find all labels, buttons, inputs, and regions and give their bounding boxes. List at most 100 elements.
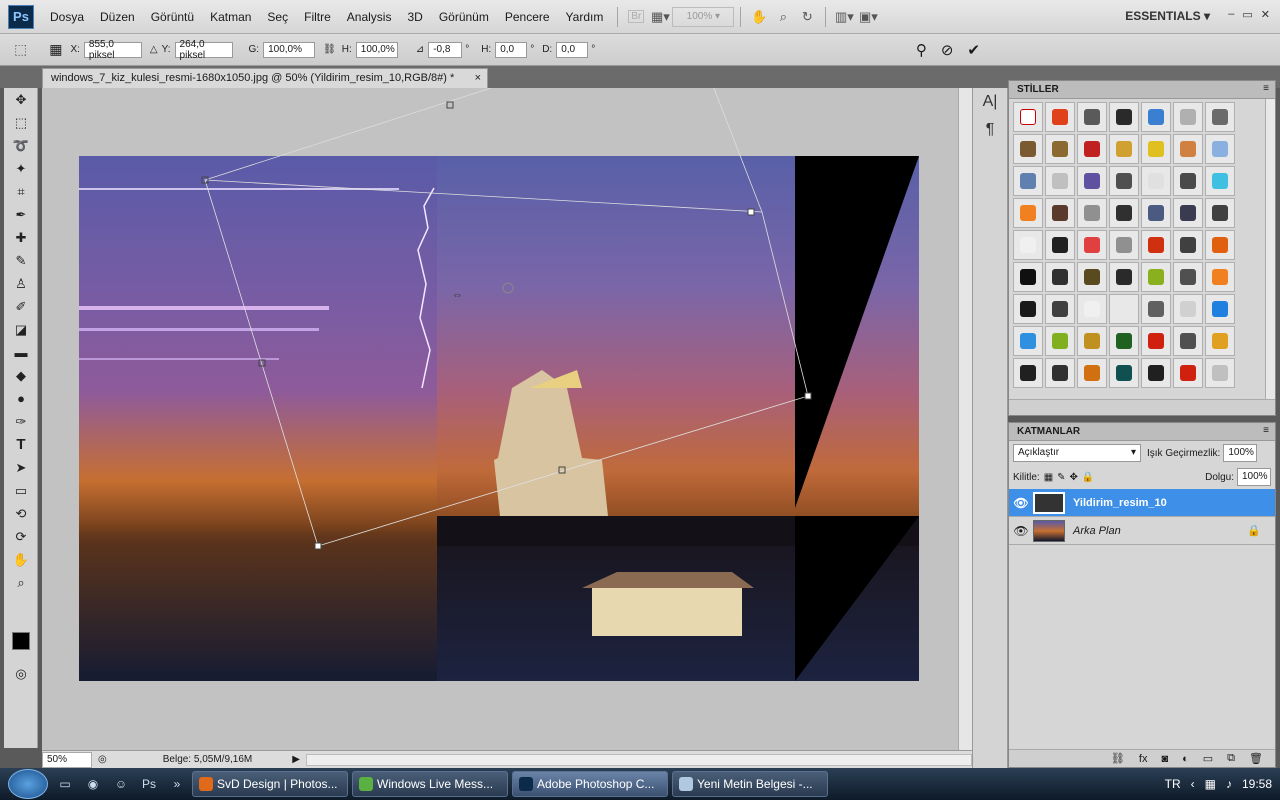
style-swatch[interactable]: [1013, 262, 1043, 292]
style-swatch[interactable]: [1045, 198, 1075, 228]
style-swatch[interactable]: [1077, 326, 1107, 356]
style-swatch[interactable]: [1045, 134, 1075, 164]
commit-transform-icon[interactable]: ✔: [967, 41, 980, 59]
status-options-icon[interactable]: ◎: [98, 754, 107, 765]
style-swatch[interactable]: [1109, 102, 1139, 132]
layer-name[interactable]: Arka Plan: [1073, 525, 1121, 537]
browser-quicklaunch-icon[interactable]: ◉: [82, 773, 104, 795]
foreground-color-swatch[interactable]: [12, 632, 30, 650]
zoom-tool-icon[interactable]: ⌕: [4, 571, 38, 594]
panel-menu-icon[interactable]: ≡: [1263, 83, 1269, 94]
style-swatch[interactable]: [1077, 294, 1107, 324]
style-swatch[interactable]: [1205, 166, 1235, 196]
style-swatch[interactable]: [1013, 198, 1043, 228]
close-document-icon[interactable]: ×: [475, 72, 481, 84]
style-swatch[interactable]: [1077, 102, 1107, 132]
style-swatch[interactable]: [1173, 326, 1203, 356]
taskbar-item[interactable]: Yeni Metin Belgesi -...: [672, 771, 828, 797]
layer-style-icon[interactable]: fx: [1139, 753, 1148, 765]
document-canvas[interactable]: ⇔: [42, 88, 972, 750]
transform-handle[interactable]: [747, 208, 755, 216]
style-swatch[interactable]: [1077, 134, 1107, 164]
style-swatch[interactable]: [1141, 358, 1171, 388]
reference-point-icon[interactable]: ▦: [49, 41, 62, 58]
style-swatch[interactable]: [1077, 230, 1107, 260]
style-swatch[interactable]: [1141, 166, 1171, 196]
menu-katman[interactable]: Katman: [202, 10, 259, 24]
style-swatch[interactable]: [1141, 134, 1171, 164]
zoom-level-select[interactable]: 100% ▾: [672, 6, 735, 27]
style-swatch[interactable]: [1173, 262, 1203, 292]
horizontal-skew-field[interactable]: 0,0: [495, 41, 528, 58]
style-swatch[interactable]: [1013, 358, 1043, 388]
pen-tool-icon[interactable]: ✑: [4, 410, 38, 433]
photoshop-quicklaunch-icon[interactable]: Ps: [138, 773, 160, 795]
warp-mode-icon[interactable]: ⚲: [916, 41, 927, 59]
style-swatch[interactable]: [1045, 294, 1075, 324]
vertical-scrollbar[interactable]: [958, 88, 972, 750]
new-layer-icon[interactable]: ⧉: [1227, 752, 1235, 765]
layer-row[interactable]: 👁 Arka Plan 🔒: [1009, 517, 1275, 545]
transform-handle[interactable]: [446, 101, 454, 109]
new-group-icon[interactable]: ▭: [1203, 752, 1213, 765]
adjustment-layer-icon[interactable]: ◐: [1182, 753, 1189, 765]
transform-handle[interactable]: [314, 542, 322, 550]
history-brush-tool-icon[interactable]: ✐: [4, 295, 38, 318]
lock-image-icon[interactable]: ✎: [1057, 472, 1065, 483]
lock-transparent-icon[interactable]: ▦: [1044, 472, 1053, 483]
view-extras-icon[interactable]: ▦▾: [648, 7, 672, 27]
close-button[interactable]: ✕: [1261, 8, 1270, 21]
lasso-tool-icon[interactable]: ➰: [4, 134, 38, 157]
3d-rotate-tool-icon[interactable]: ⟲: [4, 502, 38, 525]
move-tool-icon[interactable]: ✥: [4, 88, 38, 111]
3d-orbit-tool-icon[interactable]: ⟳: [4, 525, 38, 548]
rotate-angle-field[interactable]: -0,8: [428, 41, 463, 58]
shape-tool-icon[interactable]: ▭: [4, 479, 38, 502]
menu-yardim[interactable]: Yardım: [558, 10, 612, 24]
style-swatch[interactable]: [1109, 326, 1139, 356]
healing-brush-tool-icon[interactable]: ✚: [4, 226, 38, 249]
paragraph-panel-icon[interactable]: ¶: [973, 116, 1007, 144]
blend-mode-select[interactable]: Açıklaştır ▾: [1013, 444, 1141, 462]
style-swatch[interactable]: [1141, 326, 1171, 356]
layer-mask-icon[interactable]: ◙: [1161, 753, 1168, 765]
style-swatch[interactable]: [1013, 166, 1043, 196]
delete-layer-icon[interactable]: 🗑: [1249, 752, 1263, 765]
brush-tool-icon[interactable]: ✎: [4, 249, 38, 272]
menu-analysis[interactable]: Analysis: [339, 10, 400, 24]
menu-gorunum[interactable]: Görünüm: [431, 10, 497, 24]
transform-tool-icon[interactable]: ⬚: [14, 41, 27, 58]
taskbar-item[interactable]: SvD Design | Photos...: [192, 771, 348, 797]
visibility-eye-icon[interactable]: 👁: [1009, 496, 1033, 510]
width-scale-field[interactable]: 100,0%: [263, 41, 316, 58]
gradient-tool-icon[interactable]: ▬: [4, 341, 38, 364]
style-swatch[interactable]: [1205, 102, 1235, 132]
style-swatch[interactable]: [1013, 294, 1043, 324]
style-swatch[interactable]: [1109, 166, 1139, 196]
rotate-view-icon[interactable]: ↻: [795, 7, 819, 27]
styles-scrollbar[interactable]: [1265, 99, 1275, 399]
hand-icon[interactable]: ✋: [747, 7, 771, 27]
arrange-documents-icon[interactable]: ▥▾: [832, 7, 856, 27]
zoom-icon[interactable]: ⌕: [771, 7, 795, 27]
delta-icon[interactable]: △: [150, 44, 158, 55]
style-swatch[interactable]: [1173, 102, 1203, 132]
show-desktop-icon[interactable]: ▭: [54, 773, 76, 795]
style-swatch[interactable]: [1045, 358, 1075, 388]
taskbar-item[interactable]: Adobe Photoshop C...: [512, 771, 668, 797]
start-button[interactable]: [8, 769, 48, 799]
style-swatch[interactable]: [1173, 134, 1203, 164]
workspace-switcher[interactable]: ESSENTIALS ▾: [1125, 9, 1210, 23]
style-swatch[interactable]: [1109, 198, 1139, 228]
minimize-button[interactable]: –: [1228, 8, 1234, 21]
lock-all-icon[interactable]: 🔒: [1082, 472, 1094, 483]
height-scale-field[interactable]: 100,0%: [355, 41, 398, 58]
visibility-eye-icon[interactable]: 👁: [1009, 524, 1033, 538]
magic-wand-tool-icon[interactable]: ✦: [4, 157, 38, 180]
style-swatch[interactable]: [1205, 358, 1235, 388]
style-swatch[interactable]: [1109, 134, 1139, 164]
style-swatch[interactable]: [1205, 134, 1235, 164]
layers-panel-tab[interactable]: KATMANLAR ≡: [1009, 423, 1275, 441]
document-tab[interactable]: windows_7_kiz_kulesi_resmi-1680x1050.jpg…: [42, 68, 488, 88]
layer-name[interactable]: Yildirim_resim_10: [1073, 497, 1167, 509]
